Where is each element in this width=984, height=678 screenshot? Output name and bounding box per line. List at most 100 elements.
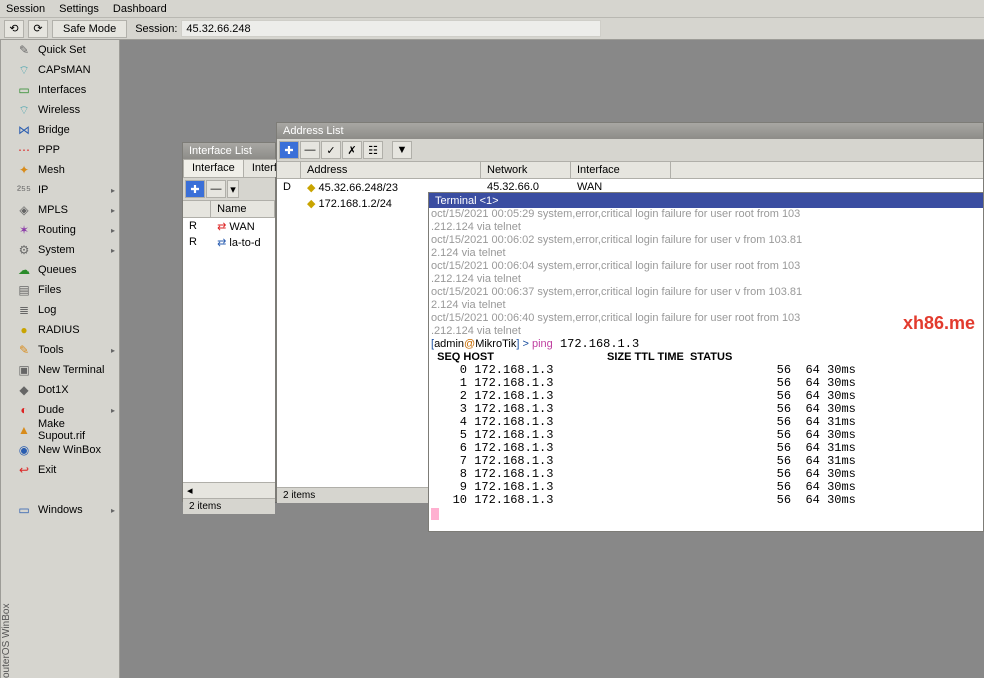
comment-button[interactable]: ☷: [363, 141, 383, 159]
filter-button[interactable]: ▼: [392, 141, 412, 159]
session-label: Session:: [135, 23, 177, 35]
Mesh-icon: ✦: [16, 163, 32, 177]
col-interface[interactable]: Interface: [571, 162, 671, 178]
sidebar-item-label: Wireless: [38, 104, 80, 116]
sidebar-item-log[interactable]: ≣ Log: [12, 300, 119, 320]
sidebar-item-new-winbox[interactable]: ◉New WinBox: [12, 440, 119, 460]
interface-tabs: Interface Interfa: [183, 159, 275, 178]
sidebar-item-label: Exit: [38, 464, 56, 476]
menu-settings[interactable]: Settings: [59, 3, 99, 15]
table-row[interactable]: R⇄ la-to-d: [183, 234, 275, 250]
redo-button[interactable]: ⟳: [28, 20, 48, 38]
session-value: 45.32.66.248: [181, 20, 601, 37]
sidebar-item-ppp[interactable]: ⋯PPP: [12, 140, 119, 160]
safe-mode-button[interactable]: Safe Mode: [52, 20, 127, 38]
chevron-right-icon: ▸: [111, 186, 115, 195]
sidebar-item-quick-set[interactable]: ✎Quick Set: [12, 40, 119, 60]
interface-status: 2 items: [183, 498, 275, 514]
sidebar-item-queues[interactable]: ☁ Queues: [12, 260, 119, 280]
sidebar-item-capsman[interactable]: ⌔CAPsMAN: [12, 60, 119, 80]
sidebar-item-label: Queues: [38, 264, 77, 276]
chevron-right-icon: ▸: [111, 506, 115, 515]
window-title[interactable]: Interface List: [183, 143, 275, 159]
interface-icon: ⇄: [217, 221, 226, 233]
row-flag: D: [277, 181, 301, 193]
Log-icon: ≣: [16, 303, 32, 317]
sidebar-item-routing[interactable]: ✶Routing▸: [12, 220, 119, 240]
col-flag[interactable]: [183, 201, 211, 217]
minus-icon: —: [211, 183, 222, 195]
disable-button[interactable]: ✗: [342, 141, 362, 159]
sidebar-item-dude[interactable]: ◐Dude▸: [12, 400, 119, 420]
undo-icon: ⟲: [9, 22, 18, 35]
row-flag: R: [183, 220, 211, 232]
dropdown-button[interactable]: ▾: [227, 180, 239, 198]
tab-interface[interactable]: Interface: [183, 159, 244, 177]
interface-icon: ⇄: [217, 237, 226, 249]
Interfaces-icon: ▭: [16, 83, 32, 97]
add-button[interactable]: ✚: [185, 180, 205, 198]
address-icon: ◆: [307, 182, 315, 194]
add-button[interactable]: ✚: [279, 141, 299, 159]
sidebar-item-windows[interactable]: ▭Windows▸: [12, 500, 119, 520]
sidebar-item-label: Dot1X: [38, 384, 69, 396]
plus-icon: ✚: [190, 183, 199, 196]
minus-icon: —: [305, 144, 316, 156]
sidebar-item-interfaces[interactable]: ▭ Interfaces: [12, 80, 119, 100]
col-network[interactable]: Network: [481, 162, 571, 178]
Exit-icon: ↩: [16, 463, 32, 477]
sidebar-item-label: New WinBox: [38, 444, 101, 456]
sidebar-item-label: Tools: [38, 344, 64, 356]
sidebar-item-exit[interactable]: ↩ Exit: [12, 460, 119, 480]
scroll-left-button[interactable]: ◂: [183, 482, 275, 498]
workspace: Interface List Interface Interfa ✚ — ▾ N…: [120, 40, 984, 678]
col-address[interactable]: Address: [301, 162, 481, 178]
IP-icon: ²⁵⁵: [16, 183, 32, 197]
enable-button[interactable]: ✓: [321, 141, 341, 159]
sidebar-item-mpls[interactable]: ◈MPLS▸: [12, 200, 119, 220]
sidebar-item-new-terminal[interactable]: ▣New Terminal: [12, 360, 119, 380]
sidebar-item-label: Interfaces: [38, 84, 86, 96]
window-terminal[interactable]: Terminal <1> oct/15/2021 00:05:29 system…: [428, 192, 984, 532]
sidebar-item-system[interactable]: ⚙System▸: [12, 240, 119, 260]
sidebar-item-dot1x[interactable]: ◆Dot1X: [12, 380, 119, 400]
sidebar-item-bridge[interactable]: ⋈Bridge: [12, 120, 119, 140]
sidebar-item-label: IP: [38, 184, 48, 196]
window-title[interactable]: Address List: [277, 123, 983, 139]
app-vertical-title: outerOS WinBox: [0, 40, 12, 678]
sidebar-item-tools[interactable]: ✎Tools▸: [12, 340, 119, 360]
interface-table-header: Name: [183, 201, 275, 218]
menu-session[interactable]: Session: [6, 3, 45, 15]
Bridge-icon: ⋈: [16, 123, 32, 137]
col-flag[interactable]: [277, 162, 301, 178]
table-row[interactable]: R⇄ WAN: [183, 218, 275, 234]
sidebar-spacer: [12, 480, 119, 500]
menu-dashboard[interactable]: Dashboard: [113, 3, 167, 15]
remove-button[interactable]: —: [300, 141, 320, 159]
undo-button[interactable]: ⟲: [4, 20, 24, 38]
sidebar-item-wireless[interactable]: ⌔Wireless: [12, 100, 119, 120]
remove-button[interactable]: —: [206, 180, 226, 198]
row-name: ⇄ la-to-d: [211, 236, 275, 249]
sidebar-item-mesh[interactable]: ✦ Mesh: [12, 160, 119, 180]
sidebar-item-label: Windows: [38, 504, 83, 516]
sidebar-item-ip[interactable]: ²⁵⁵ IP ▸: [12, 180, 119, 200]
sidebar: ✎Quick Set⌔CAPsMAN ▭ Interfaces ⌔Wireless⋈B…: [12, 40, 120, 678]
terminal-body[interactable]: oct/15/2021 00:05:29 system,error,critic…: [429, 208, 983, 520]
sidebar-item-label: Log: [38, 304, 56, 316]
sidebar-item-label: Mesh: [38, 164, 65, 176]
sidebar-item-radius[interactable]: ●RADIUS: [12, 320, 119, 340]
terminal-title[interactable]: Terminal <1>: [429, 193, 983, 208]
sidebar-item-make-supout-rif[interactable]: ▲Make Supout.rif: [12, 420, 119, 440]
sidebar-item-files[interactable]: ▤Files: [12, 280, 119, 300]
toolbar: ⟲ ⟳ Safe Mode Session: 45.32.66.248: [0, 18, 984, 40]
New Terminal-icon: ▣: [16, 363, 32, 377]
Queues-icon: ☁: [16, 263, 32, 277]
window-interface-list[interactable]: Interface List Interface Interfa ✚ — ▾ N…: [182, 142, 276, 502]
Files-icon: ▤: [16, 283, 32, 297]
RADIUS-icon: ●: [16, 323, 32, 337]
redo-icon: ⟳: [33, 22, 42, 35]
x-icon: ✗: [347, 144, 356, 157]
sidebar-item-label: Quick Set: [38, 44, 86, 56]
col-name[interactable]: Name: [211, 201, 275, 217]
